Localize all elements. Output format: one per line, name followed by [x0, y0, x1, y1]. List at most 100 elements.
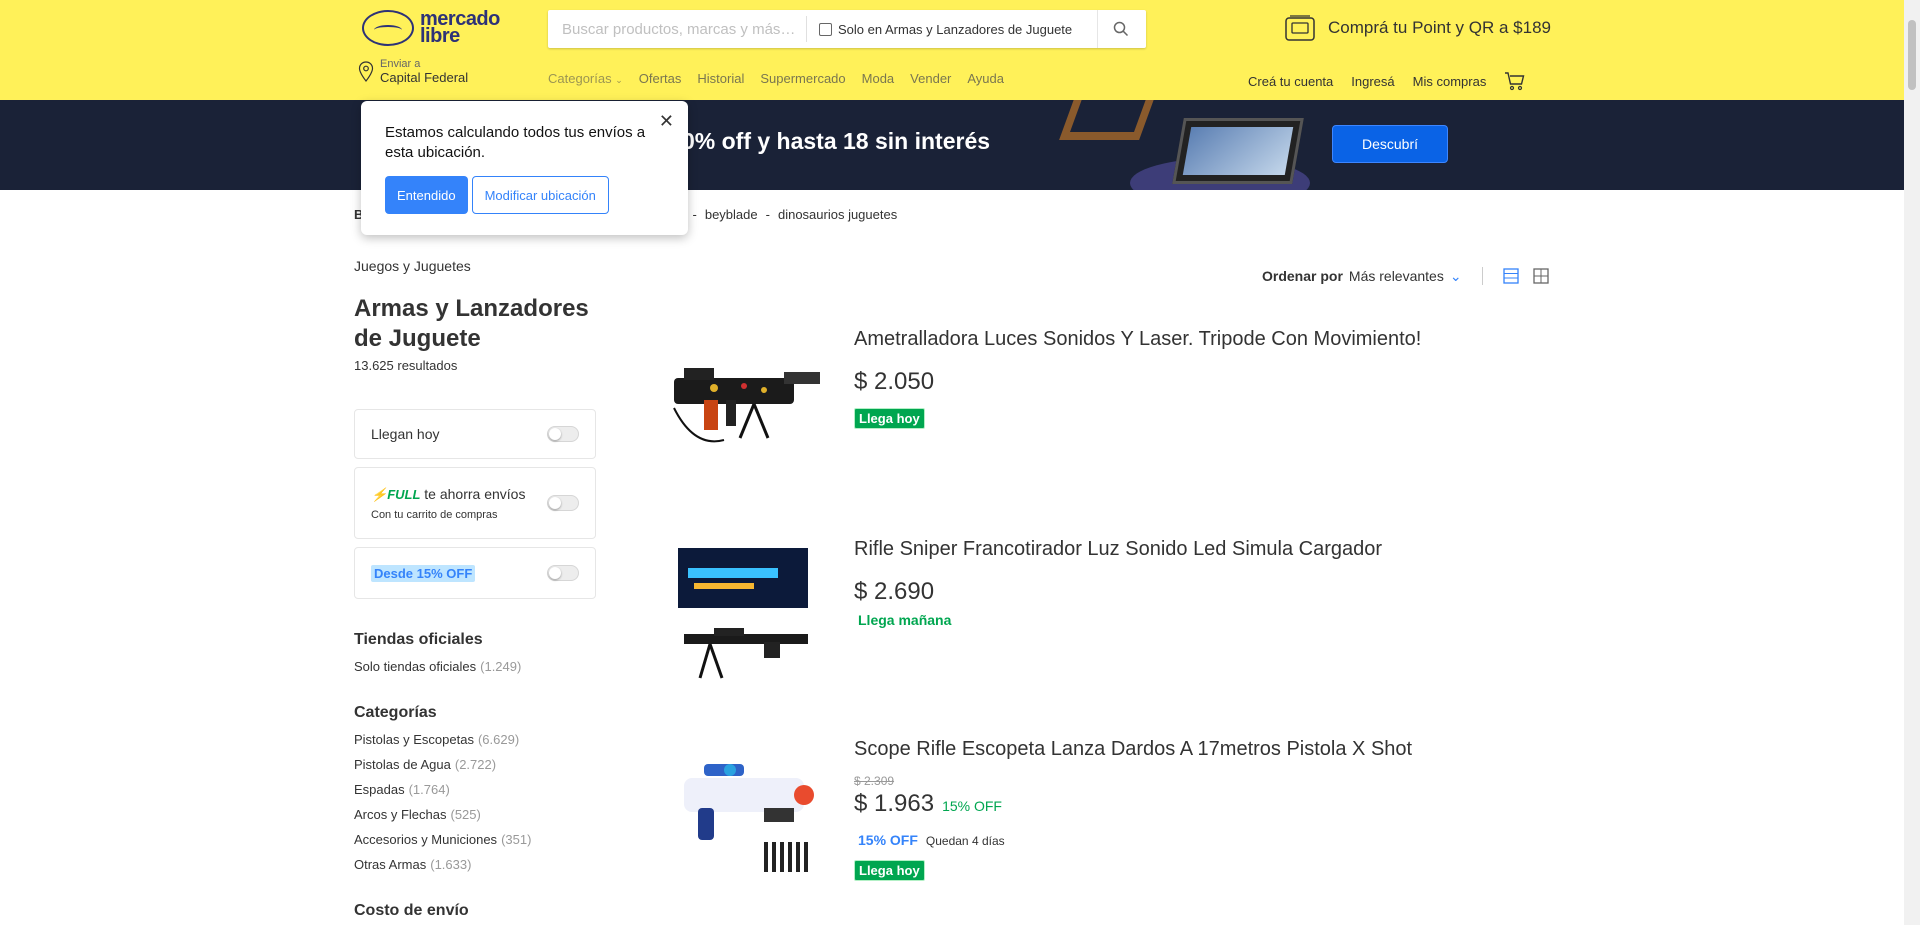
- official-stores-link[interactable]: Solo tiendas oficiales (1.249): [354, 659, 596, 674]
- nav-ayuda[interactable]: Ayuda: [967, 71, 1004, 86]
- filter-full[interactable]: ⚡FULL te ahorra envíos Con tu carrito de…: [354, 467, 596, 539]
- promo-banner[interactable]: a 40% off y hasta 18 sin interés Descubr…: [0, 100, 1904, 190]
- header: mercado libre Solo en Armas y Lanzadores…: [0, 0, 1904, 100]
- nav-moda[interactable]: Moda: [862, 71, 895, 86]
- nav-vender[interactable]: Vender: [910, 71, 951, 86]
- banner-shelf-illustration: [1059, 100, 1161, 140]
- list-view-icon[interactable]: [1502, 268, 1519, 284]
- product-card[interactable]: Scope Rifle Escopeta Lanza Dardos A 17me…: [664, 738, 1524, 898]
- related-searches: y - beyblade - dinosaurios juguetes: [678, 207, 897, 222]
- filter-label: Llegan hoy: [371, 426, 440, 442]
- product-card[interactable]: Ametralladora Luces Sonidos Y Laser. Tri…: [664, 328, 1524, 488]
- chevron-down-icon[interactable]: ⌄: [1450, 268, 1462, 285]
- modify-location-button[interactable]: Modificar ubicación: [471, 176, 609, 214]
- page: mercado libre Solo en Armas y Lanzadores…: [0, 0, 1920, 925]
- full-toggle[interactable]: [547, 495, 579, 511]
- product-image[interactable]: [664, 538, 824, 698]
- product-price: $ 2.690: [854, 578, 935, 605]
- search-button[interactable]: [1097, 10, 1143, 48]
- discount-percent: 15% OFF: [942, 798, 1002, 814]
- category-link[interactable]: Otras Armas (1.633): [354, 857, 596, 872]
- search-bar: Solo en Armas y Lanzadores de Juguete: [548, 10, 1146, 48]
- chevron-down-icon: ⌄: [615, 75, 623, 85]
- product-card[interactable]: Rifle Sniper Francotirador Luz Sonido Le…: [664, 538, 1524, 698]
- search-category-filter[interactable]: Solo en Armas y Lanzadores de Juguete: [807, 22, 1097, 37]
- filters-sidebar: Juegos y Juguetes Armas y Lanzadores de …: [354, 258, 596, 920]
- grid-view-icon[interactable]: [1532, 268, 1549, 284]
- cart-icon[interactable]: [1504, 71, 1526, 91]
- category-link[interactable]: Pistolas y Escopetas (6.629): [354, 732, 596, 747]
- full-subtext: Con tu carrito de compras: [371, 508, 498, 521]
- filter-arrives-today[interactable]: Llegan hoy: [354, 409, 596, 459]
- category-link[interactable]: Espadas (1.764): [354, 782, 596, 797]
- logo[interactable]: mercado libre: [362, 9, 500, 47]
- nav-categorias[interactable]: Categorías ⌄: [548, 71, 623, 86]
- create-account-link[interactable]: Creá tu cuenta: [1248, 74, 1333, 89]
- page-title: Armas y Lanzadores de Juguete: [354, 295, 589, 352]
- arrives-today-toggle[interactable]: [547, 426, 579, 442]
- nav-ofertas[interactable]: Ofertas: [639, 71, 682, 86]
- shipping-location[interactable]: Enviar a Capital Federal: [358, 58, 468, 85]
- category-link[interactable]: Accesorios y Municiones (351): [354, 832, 596, 847]
- banner-laptop-illustration: [1172, 118, 1304, 184]
- results-count: 13.625 resultados: [354, 358, 458, 373]
- understood-button[interactable]: Entendido: [385, 176, 468, 214]
- original-price: $ 2.309: [854, 774, 895, 788]
- login-link[interactable]: Ingresá: [1351, 74, 1394, 89]
- nav-supermercado[interactable]: Supermercado: [760, 71, 845, 86]
- category-link[interactable]: Pistolas de Agua (2.722): [354, 757, 596, 772]
- discount-toggle[interactable]: [547, 565, 579, 581]
- full-bolt-icon: ⚡: [371, 486, 388, 502]
- product-title[interactable]: Rifle Sniper Francotirador Luz Sonido Le…: [854, 538, 1382, 561]
- location-pin-icon: [358, 60, 374, 82]
- close-icon[interactable]: ✕: [659, 111, 674, 132]
- nav-historial[interactable]: Historial: [697, 71, 744, 86]
- ship-to-label: Enviar a: [380, 58, 421, 70]
- sort-select[interactable]: Más relevantes: [1349, 268, 1444, 284]
- point-device-icon: [1285, 15, 1315, 41]
- separator: -: [765, 207, 770, 222]
- discount-tag: Desde 15% OFF: [371, 564, 476, 582]
- category-link[interactable]: Arcos y Flechas (525): [354, 807, 596, 822]
- shipping-cost-heading: Costo de envío: [354, 902, 469, 919]
- coupon-note: Quedan 4 días: [925, 834, 1005, 848]
- delivery-badge: Llega hoy: [854, 860, 925, 881]
- search-input[interactable]: [548, 10, 806, 48]
- banner-discover-button[interactable]: Descubrí: [1332, 125, 1448, 163]
- product-image[interactable]: [664, 738, 824, 898]
- product-price: $ 1.963: [854, 790, 935, 817]
- promo-text: Comprá tu Point y QR a $189: [1328, 18, 1552, 37]
- sort-bar: Ordenar por Más relevantes ⌄: [1262, 267, 1549, 285]
- full-text: te ahorra envíos: [424, 485, 526, 502]
- related-search-item[interactable]: beyblade: [705, 207, 758, 222]
- coupon-tag: 15% OFF: [858, 832, 918, 848]
- location-popover: ✕ Estamos calculando todos tus envíos a …: [361, 101, 688, 235]
- product-title[interactable]: Ametralladora Luces Sonidos Y Laser. Tri…: [854, 328, 1421, 351]
- divider: [1481, 267, 1483, 285]
- search-filter-label: Solo en Armas y Lanzadores de Juguete: [838, 21, 1073, 37]
- parent-category-link[interactable]: Juegos y Juguetes: [354, 258, 596, 274]
- search-icon: [1113, 21, 1128, 37]
- full-tag: FULL: [387, 486, 421, 502]
- separator: -: [692, 207, 697, 222]
- product-price: $ 2.050: [854, 368, 935, 395]
- account-links: Creá tu cuenta Ingresá Mis compras: [1248, 71, 1526, 91]
- related-search-item[interactable]: dinosaurios juguetes: [778, 207, 897, 222]
- logo-text-line2: libre: [420, 25, 460, 47]
- filter-discount[interactable]: Desde 15% OFF: [354, 547, 596, 599]
- ship-to-location: Capital Federal: [380, 70, 469, 85]
- categories-heading: Categorías: [354, 704, 437, 721]
- delivery-tag: Llega mañana: [858, 612, 952, 628]
- popover-message: Estamos calculando todos tus envíos a es…: [385, 124, 646, 161]
- scrollbar[interactable]: [1904, 0, 1920, 925]
- search-filter-checkbox[interactable]: [819, 22, 832, 36]
- promo-point-qr[interactable]: Comprá tu Point y QR a $189: [1284, 14, 1551, 42]
- official-stores-heading: Tiendas oficiales: [354, 631, 483, 648]
- banner-text: a 40% off y hasta 18 sin interés: [650, 128, 991, 154]
- main-nav: Categorías ⌄ Ofertas Historial Supermerc…: [548, 71, 1004, 86]
- product-image[interactable]: [664, 328, 824, 488]
- scrollbar-thumb[interactable]: [1908, 20, 1916, 90]
- product-title[interactable]: Scope Rifle Escopeta Lanza Dardos A 17me…: [854, 738, 1412, 761]
- my-purchases-link[interactable]: Mis compras: [1413, 74, 1487, 89]
- handshake-logo-icon: [362, 10, 414, 46]
